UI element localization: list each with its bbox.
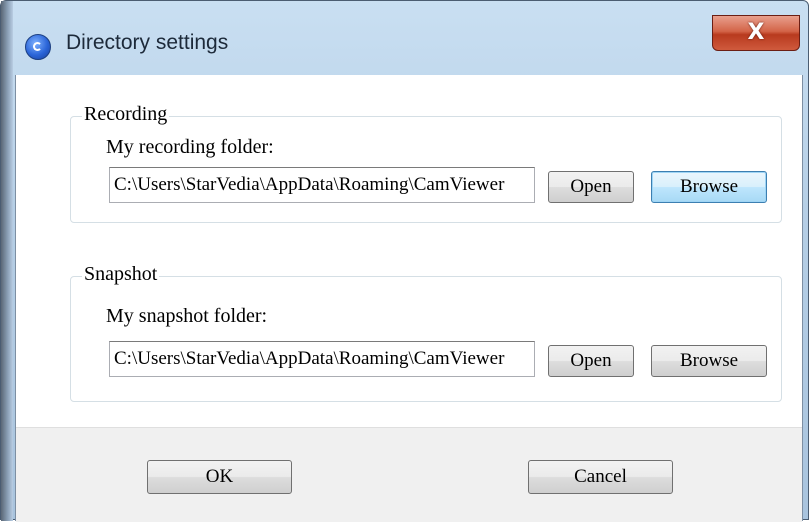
snapshot-folder-label: My snapshot folder: <box>106 305 268 327</box>
ok-button[interactable]: OK <box>147 460 292 494</box>
snapshot-group-label: Snapshot <box>82 263 160 285</box>
snapshot-open-button[interactable]: Open <box>548 345 634 377</box>
recording-open-button[interactable]: Open <box>548 171 634 203</box>
snapshot-browse-button[interactable]: Browse <box>651 345 767 377</box>
dialog-footer: OK Cancel <box>16 427 802 522</box>
close-button[interactable]: X <box>712 15 800 51</box>
recording-group-label: Recording <box>82 103 170 125</box>
window-title: Directory settings <box>66 31 229 54</box>
dialog-window: Directory settings X Recording My record… <box>0 0 809 522</box>
recording-folder-input[interactable]: C:\Users\StarVedia\AppData\Roaming\CamVi… <box>109 167 535 203</box>
app-logo-icon <box>25 34 51 60</box>
recording-folder-label: My recording folder: <box>106 136 274 158</box>
recording-browse-button[interactable]: Browse <box>651 171 767 203</box>
close-icon: X <box>747 20 765 45</box>
snapshot-folder-input[interactable]: C:\Users\StarVedia\AppData\Roaming\CamVi… <box>109 341 535 377</box>
dialog-client-area: Recording My recording folder: C:\Users\… <box>15 75 803 522</box>
snapshot-group <box>70 276 782 402</box>
cancel-button[interactable]: Cancel <box>528 460 673 494</box>
